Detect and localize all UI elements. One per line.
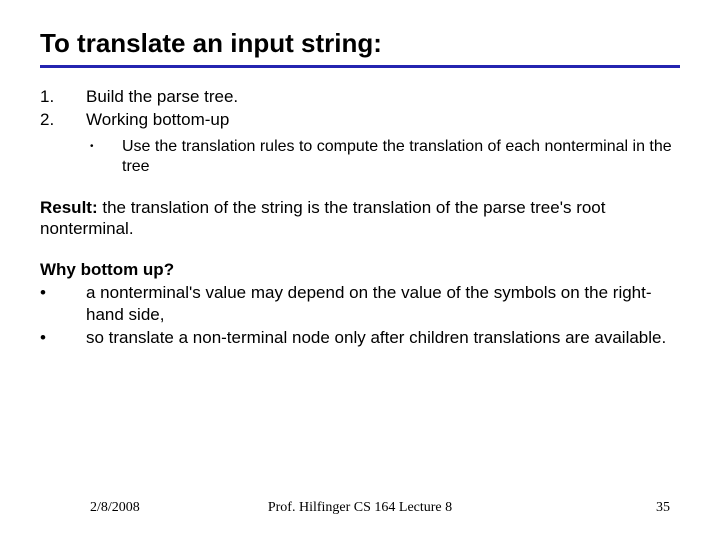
- why-label: Why bottom up?: [40, 260, 174, 279]
- list-item: • so translate a non-terminal node only …: [40, 327, 680, 348]
- sublist-text: Use the translation rules to compute the…: [122, 137, 680, 177]
- bullet-icon: •: [40, 327, 86, 348]
- list-text: Working bottom-up: [86, 109, 680, 130]
- why-section: Why bottom up? • a nonterminal's value m…: [40, 259, 680, 348]
- list-text: Build the parse tree.: [86, 86, 680, 107]
- slide-title: To translate an input string:: [40, 28, 680, 59]
- bullet-icon: •: [90, 137, 122, 177]
- bullet-icon: •: [40, 282, 86, 325]
- list-item: 1. Build the parse tree.: [40, 86, 680, 107]
- footer-page-number: 35: [656, 500, 670, 516]
- slide-footer: 2/8/2008 Prof. Hilfinger CS 164 Lecture …: [0, 500, 720, 516]
- list-item: • a nonterminal's value may depend on th…: [40, 282, 680, 325]
- slide-body: 1. Build the parse tree. 2. Working bott…: [40, 86, 680, 348]
- slide: To translate an input string: 1. Build t…: [0, 0, 720, 540]
- result-label: Result:: [40, 198, 98, 217]
- list-text: a nonterminal's value may depend on the …: [86, 282, 680, 325]
- list-item: 2. Working bottom-up: [40, 109, 680, 130]
- list-number: 2.: [40, 109, 86, 130]
- result-paragraph: Result: the translation of the string is…: [40, 197, 680, 240]
- result-text: the translation of the string is the tra…: [40, 198, 605, 238]
- list-text: so translate a non-terminal node only af…: [86, 327, 680, 348]
- sublist-item: • Use the translation rules to compute t…: [90, 137, 680, 177]
- title-rule: [40, 65, 680, 68]
- footer-date: 2/8/2008: [90, 500, 140, 516]
- footer-center: Prof. Hilfinger CS 164 Lecture 8: [268, 500, 452, 516]
- list-number: 1.: [40, 86, 86, 107]
